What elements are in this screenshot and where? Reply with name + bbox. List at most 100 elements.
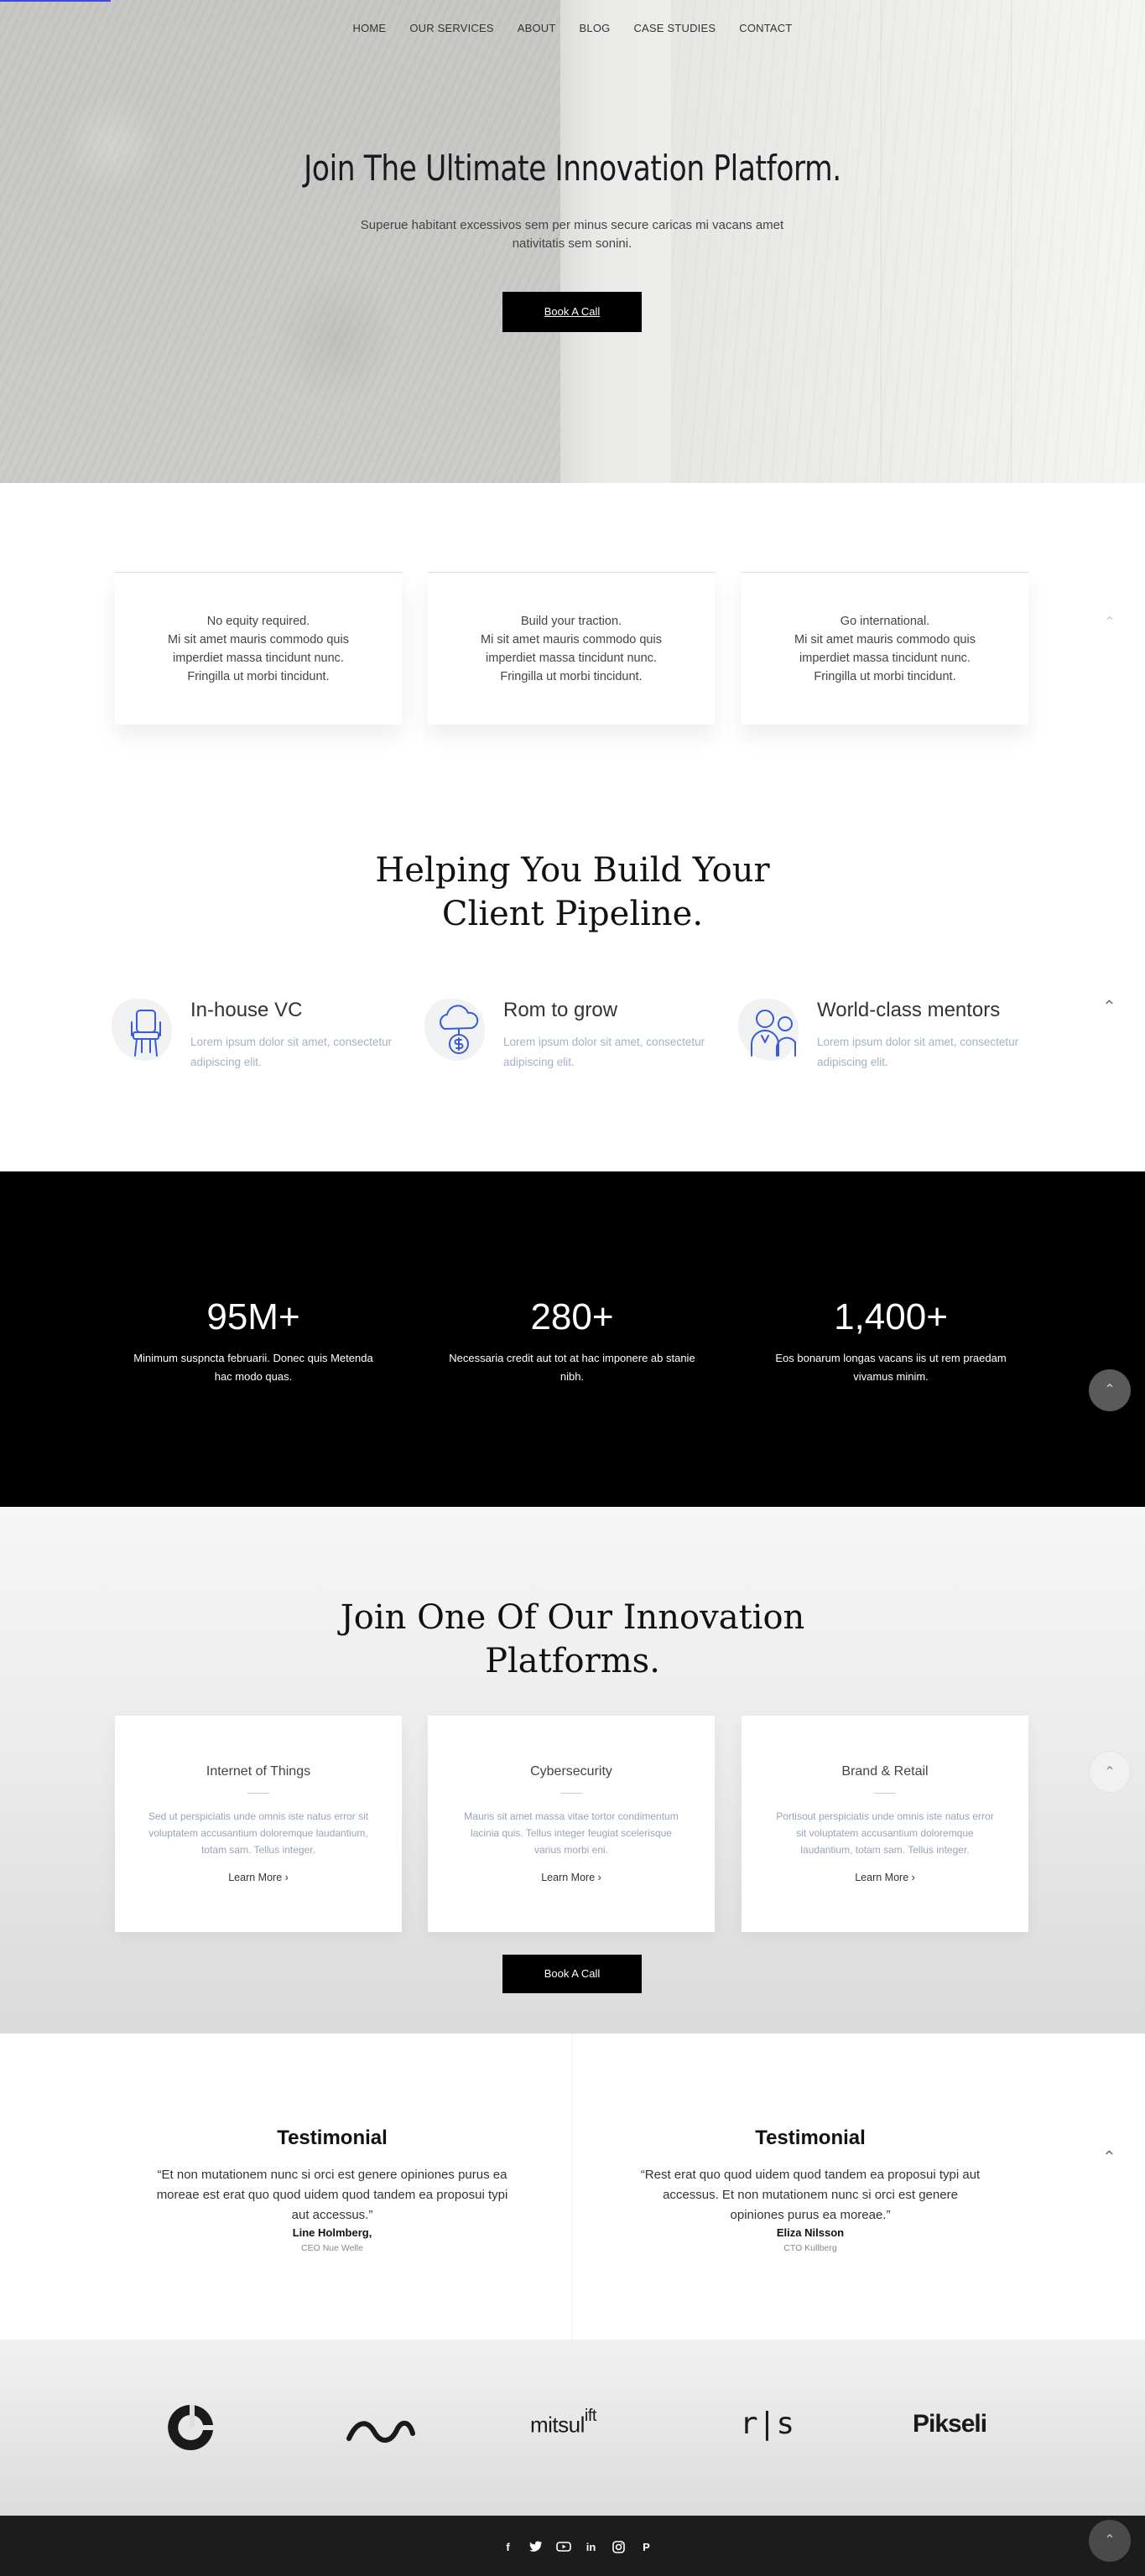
nav-case-studies[interactable]: CASE STUDIES [633,22,716,34]
platforms-book-call-button[interactable]: Book A Call [502,1955,642,1993]
stat-value: 1,400+ [834,1296,948,1337]
chevron-up-icon: ⌃ [1104,2533,1116,2547]
stat-caption: Minimum suspncta februarii. Donec quis M… [133,1352,373,1383]
platform-card-text: Sed ut perspiciatis unde omnis iste natu… [148,1810,369,1856]
main-nav: HOME OUR SERVICES ABOUT BLOG CASE STUDIE… [0,22,1145,34]
hero-section: HOME OUR SERVICES ABOUT BLOG CASE STUDIE… [0,0,1145,483]
mitsulift-logo: mitsulift [530,2407,597,2438]
platform-card-title: Brand & Retail [841,1764,929,1779]
pipeline-item-title: In-house VC [190,999,303,1021]
social-links: f in P [500,2541,654,2554]
feature-card-traction: Build your traction. Mi sit amet mauris … [428,572,715,724]
divider [560,1793,582,1794]
pipeline-title-line1: Helping You Build Your [375,851,770,890]
feature-text: Fringilla ut morbi tincidunt. [814,670,956,683]
platform-card-cybersecurity[interactable]: Cybersecurity Mauris sit amet massa vita… [428,1716,715,1932]
page: HOME OUR SERVICES ABOUT BLOG CASE STUDIE… [0,0,1145,2576]
feature-heading: No equity required. [206,615,310,628]
chevron-up-icon[interactable]: ⌃ [1104,614,1115,631]
testimonial-role: CTO Kullberg [783,2243,837,2253]
pinterest-icon[interactable]: P [638,2541,654,2554]
book-call-button[interactable]: Book A Call [502,292,642,332]
chevron-up-icon[interactable]: ⌃ [1102,996,1116,1017]
testimonial-name: Line Holmberg, [292,2226,372,2239]
stat-block: 280+ Necessaria credit aut tot at hac im… [446,1296,698,1386]
feature-card-equity: No equity required. Mi sit amet mauris c… [115,572,402,724]
hero-subtitle: Superue habitant excessivos sem per minu… [360,218,784,251]
learn-more-link[interactable]: Learn More › [742,1872,1028,1883]
pipeline-item-grow: Rom to grow Lorem ipsum dolor sit amet, … [424,995,721,1071]
pipeline-title-line2: Client Pipeline. [441,895,704,933]
testimonial-quote: “Rest erat quo quod uidem quod tandem ea… [640,2168,981,2222]
pipeline-item-vc: In-house VC Lorem ipsum dolor sit amet, … [112,995,409,1071]
wave-logo [346,2420,415,2443]
instagram-icon[interactable] [611,2541,627,2554]
feature-text: Fringilla ut morbi tincidunt. [500,670,643,683]
platforms-title-line1: Join One Of Our Innovation [340,1598,805,1637]
divider [874,1793,896,1794]
youtube-icon[interactable] [555,2541,571,2554]
facebook-icon[interactable]: f [500,2541,516,2554]
platforms-title-line2: Platforms. [485,1642,660,1680]
testimonial-card: Testimonial “Rest erat quo quod uidem qu… [634,2127,986,2256]
scroll-top-button[interactable]: ⌃ [1089,2520,1131,2562]
testimonial-heading: Testimonial [277,2127,388,2149]
chevron-up-icon[interactable]: ⌃ [1102,2147,1116,2168]
stat-block: 95M+ Minimum suspncta februarii. Donec q… [128,1296,379,1386]
divider [247,1793,269,1794]
rs-logo: r|s [740,2407,795,2441]
stat-value: 280+ [530,1296,614,1337]
mitsulift-logo-main: mitsul [530,2412,585,2438]
nav-blog[interactable]: BLOG [580,22,611,34]
feature-text: Fringilla ut morbi tincidunt. [187,670,330,683]
feature-text: Mi sit amet mauris commodo quis [481,633,662,647]
chevron-up-icon: ⌃ [1104,1765,1116,1779]
nav-contact[interactable]: CONTACT [739,22,792,34]
testimonial-quote: “Et non mutationem nunc si orci est gene… [156,2168,508,2222]
client-logos: mitsulift r|s Pikseli [0,2340,1145,2516]
platform-card-brand-retail[interactable]: Brand & Retail Portisout perspiciatis un… [742,1716,1028,1932]
stat-value: 95M+ [206,1296,300,1337]
platform-card-text: Mauris sit amet massa vitae tortor condi… [464,1810,679,1856]
platforms-title: Join One Of Our Innovation Platforms. [0,1596,1145,1683]
pikseli-logo: Pikseli [913,2410,987,2438]
pipeline-item-title: World-class mentors [817,999,1001,1021]
feature-heading: Build your traction. [520,615,622,628]
scroll-top-button[interactable]: ⌃ [1089,1369,1131,1411]
feature-text: Mi sit amet mauris commodo quis [168,633,349,647]
mitsulift-logo-sup: ift [584,2407,597,2425]
hero-seam [881,0,882,483]
feature-text: imperdiet massa tincidunt nunc. [173,652,344,665]
learn-more-link[interactable]: Learn More › [115,1872,402,1883]
pipeline-item-mentors: World-class mentors Lorem ipsum dolor si… [738,995,1035,1071]
stat-caption: Eos bonarum longas vacans iis ut rem pra… [775,1352,1007,1383]
feature-text: imperdiet massa tincidunt nunc. [486,652,657,665]
skip-link-bar[interactable] [0,0,111,2]
pipeline-item-desc: Lorem ipsum dolor sit amet, consectetur … [503,1036,705,1068]
testimonial-name: Eliza Nilsson [776,2226,845,2239]
nav-home[interactable]: HOME [353,22,387,34]
chevron-up-icon: ⌃ [1104,1383,1116,1397]
hero-seam [1011,0,1012,483]
nav-about[interactable]: ABOUT [518,22,556,34]
learn-more-link[interactable]: Learn More › [428,1872,715,1883]
platform-card-iot[interactable]: Internet of Things Sed ut perspiciatis u… [115,1716,402,1932]
stats-section: 95M+ Minimum suspncta februarii. Donec q… [0,1171,1145,1507]
scroll-top-button[interactable]: ⌃ [1089,1751,1131,1793]
cloud-money-icon [440,1005,479,1054]
nav-our-services[interactable]: OUR SERVICES [409,22,493,34]
feature-card-international: Go international. Mi sit amet mauris com… [742,572,1028,724]
testimonial-card: Testimonial “Et non mutationem nunc si o… [156,2127,508,2256]
testimonial-divider [572,2033,573,2340]
twitter-icon[interactable] [528,2541,544,2554]
cloudstar-logo [168,2404,213,2450]
mentors-icon [751,1010,796,1057]
linkedin-icon[interactable]: in [583,2541,599,2554]
pipeline-item-desc: Lorem ipsum dolor sit amet, consectetur … [817,1036,1019,1068]
stat-block: 1,400+ Eos bonarum longas vacans iis ut … [765,1296,1017,1386]
chair-icon [131,1010,161,1057]
feature-heading: Go international. [840,615,930,628]
hero-title: Join The Ultimate Innovation Platform. [304,148,841,189]
pipeline-item-desc: Lorem ipsum dolor sit amet, consectetur … [190,1036,393,1068]
footer: f in P ⌃ [0,2516,1145,2576]
